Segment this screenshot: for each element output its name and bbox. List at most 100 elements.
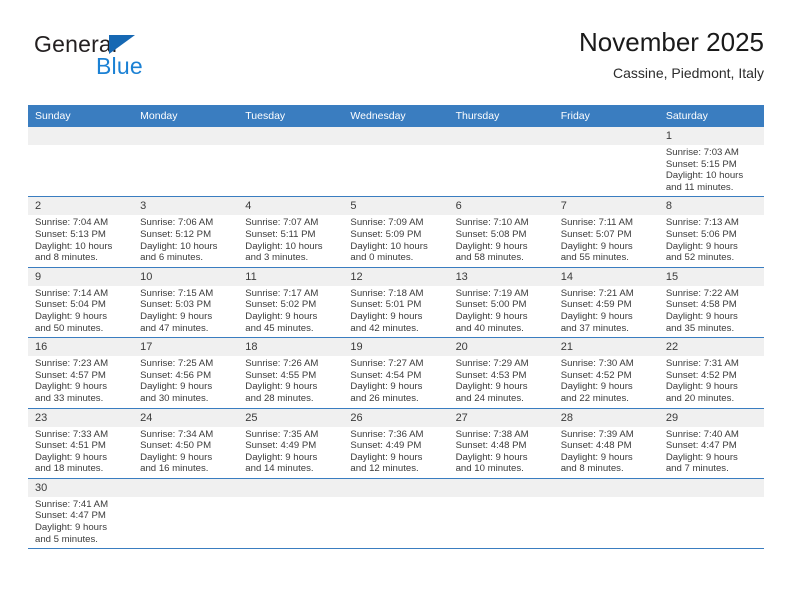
calendar-day-cell[interactable]: 16 Sunrise: 7:23 AM Sunset: 4:57 PM Dayligh… xyxy=(28,337,134,409)
day-cell-content: 15 Sunrise: 7:22 AM Sunset: 4:58 PM Dayligh… xyxy=(658,267,764,337)
calendar-day-cell[interactable]: 24 Sunrise: 7:34 AM Sunset: 4:50 PM Dayligh… xyxy=(133,408,239,479)
day-details: Sunrise: 7:33 AM Sunset: 4:51 PM Daylight:… xyxy=(28,427,133,478)
calendar-day-cell[interactable]: 26 Sunrise: 7:36 AM Sunset: 4:49 PM Dayligh… xyxy=(343,408,449,479)
calendar-day-cell-empty xyxy=(133,478,239,550)
calendar-day-cell-empty xyxy=(553,478,659,550)
calendar-day-cell[interactable]: 4 Sunrise: 7:07 AM Sunset: 5:11 PM Daylight… xyxy=(238,196,344,268)
daylight-text-line2: and 45 minutes. xyxy=(245,322,314,334)
daylight-text-line1: Daylight: 9 hours xyxy=(560,310,633,322)
sunrise-text: Sunrise: 7:23 AM xyxy=(35,358,109,370)
sunrise-text: Sunrise: 7:40 AM xyxy=(665,428,739,440)
sunrise-text: Sunrise: 7:34 AM xyxy=(140,428,214,440)
calendar-week-row: 9 Sunrise: 7:14 AM Sunset: 5:04 PM Daylight… xyxy=(28,267,764,339)
calendar-day-cell[interactable]: 7 Sunrise: 7:11 AM Sunset: 5:07 PM Daylight… xyxy=(553,196,659,268)
daylight-text-line1: Daylight: 9 hours xyxy=(350,310,423,322)
day-cell-content xyxy=(553,127,659,196)
day-details: Sunrise: 7:35 AM Sunset: 4:49 PM Daylight:… xyxy=(238,427,343,478)
day-number: 7 xyxy=(553,197,659,216)
calendar-day-cell[interactable]: 14 Sunrise: 7:21 AM Sunset: 4:59 PM Dayligh… xyxy=(553,267,659,339)
day-number xyxy=(343,127,449,145)
sunset-text: Sunset: 4:47 PM xyxy=(665,440,737,452)
day-cell-content: 13 Sunrise: 7:19 AM Sunset: 5:00 PM Dayligh… xyxy=(448,267,554,337)
calendar-grid: Sunday Monday Tuesday Wednesday Thursday… xyxy=(28,105,764,550)
sunset-text: Sunset: 4:48 PM xyxy=(455,440,527,452)
sunset-text: Sunset: 5:06 PM xyxy=(665,228,737,240)
calendar-day-cell-empty xyxy=(448,127,554,198)
day-details xyxy=(554,497,659,502)
sunset-text: Sunset: 5:03 PM xyxy=(140,299,212,311)
day-number: 17 xyxy=(133,338,239,357)
daylight-text-line2: and 42 minutes. xyxy=(350,322,419,334)
day-cell-content: 23 Sunrise: 7:33 AM Sunset: 4:51 PM Dayligh… xyxy=(28,408,134,478)
brand-logo[interactable]: General Blue xyxy=(34,31,254,93)
day-cell-content xyxy=(343,478,449,548)
calendar-day-cell-empty xyxy=(133,127,239,198)
day-details: Sunrise: 7:26 AM Sunset: 4:55 PM Daylight:… xyxy=(238,356,343,407)
sunset-text: Sunset: 4:53 PM xyxy=(455,369,527,381)
calendar-day-cell[interactable]: 23 Sunrise: 7:33 AM Sunset: 4:51 PM Dayligh… xyxy=(28,408,134,479)
sunset-text: Sunset: 4:55 PM xyxy=(245,369,317,381)
sunset-text: Sunset: 4:50 PM xyxy=(140,440,212,452)
calendar-day-cell[interactable]: 27 Sunrise: 7:38 AM Sunset: 4:48 PM Dayligh… xyxy=(448,408,554,479)
calendar-day-cell[interactable]: 11 Sunrise: 7:17 AM Sunset: 5:02 PM Dayligh… xyxy=(238,267,344,339)
calendar-day-cell[interactable]: 21 Sunrise: 7:30 AM Sunset: 4:52 PM Dayligh… xyxy=(553,337,659,409)
day-number xyxy=(448,478,554,497)
calendar-day-cell[interactable]: 18 Sunrise: 7:26 AM Sunset: 4:55 PM Dayligh… xyxy=(238,337,344,409)
sunset-text: Sunset: 4:49 PM xyxy=(350,440,422,452)
day-details: Sunrise: 7:07 AM Sunset: 5:11 PM Daylight:… xyxy=(238,215,343,266)
calendar-day-cell[interactable]: 29 Sunrise: 7:40 AM Sunset: 4:47 PM Dayligh… xyxy=(658,408,764,479)
day-number: 11 xyxy=(238,267,344,286)
calendar-day-cell[interactable]: 8 Sunrise: 7:13 AM Sunset: 5:06 PM Daylight… xyxy=(658,196,764,268)
day-number: 4 xyxy=(238,197,344,216)
sunrise-text: Sunrise: 7:04 AM xyxy=(35,217,109,229)
daylight-text-line2: and 6 minutes. xyxy=(140,252,204,264)
calendar-day-cell[interactable]: 3 Sunrise: 7:06 AM Sunset: 5:12 PM Daylight… xyxy=(133,196,239,268)
calendar-day-cell[interactable]: 20 Sunrise: 7:29 AM Sunset: 4:53 PM Dayligh… xyxy=(448,337,554,409)
sunrise-text: Sunrise: 7:17 AM xyxy=(245,287,319,299)
day-number: 12 xyxy=(343,267,449,286)
sunrise-text: Sunrise: 7:13 AM xyxy=(665,217,739,229)
calendar-day-cell[interactable]: 30 Sunrise: 7:41 AM Sunset: 4:47 PM Dayligh… xyxy=(28,478,134,550)
calendar-day-cell[interactable]: 17 Sunrise: 7:25 AM Sunset: 4:56 PM Dayligh… xyxy=(133,337,239,409)
calendar-day-cell[interactable]: 12 Sunrise: 7:18 AM Sunset: 5:01 PM Dayligh… xyxy=(343,267,449,339)
weekday-header-saturday: Saturday xyxy=(658,105,764,127)
calendar-day-cell[interactable]: 6 Sunrise: 7:10 AM Sunset: 5:08 PM Daylight… xyxy=(448,196,554,268)
day-number: 18 xyxy=(238,338,344,357)
calendar-day-cell[interactable]: 25 Sunrise: 7:35 AM Sunset: 4:49 PM Dayligh… xyxy=(238,408,344,479)
calendar-day-cell[interactable]: 9 Sunrise: 7:14 AM Sunset: 5:04 PM Daylight… xyxy=(28,267,134,339)
day-details xyxy=(343,497,448,502)
daylight-text-line2: and 8 minutes. xyxy=(35,252,98,264)
page-subtitle: Cassine, Piedmont, Italy xyxy=(613,65,764,81)
day-details xyxy=(133,145,238,150)
day-number: 20 xyxy=(448,338,554,357)
day-details: Sunrise: 7:38 AM Sunset: 4:48 PM Daylight:… xyxy=(449,427,554,478)
sunrise-text: Sunrise: 7:15 AM xyxy=(140,287,214,299)
day-details: Sunrise: 7:17 AM Sunset: 5:02 PM Daylight:… xyxy=(238,286,343,337)
sunset-text: Sunset: 4:51 PM xyxy=(35,440,106,452)
day-cell-content: 12 Sunrise: 7:18 AM Sunset: 5:01 PM Dayligh… xyxy=(343,267,449,337)
day-cell-content: 27 Sunrise: 7:38 AM Sunset: 4:48 PM Dayligh… xyxy=(448,408,554,478)
calendar-day-cell[interactable]: 13 Sunrise: 7:19 AM Sunset: 5:00 PM Dayligh… xyxy=(448,267,554,339)
day-details: Sunrise: 7:03 AM Sunset: 5:15 PM Daylight:… xyxy=(659,145,764,196)
calendar-day-cell[interactable]: 1 Sunrise: 7:03 AM Sunset: 5:15 PM Daylight… xyxy=(658,127,764,198)
daylight-text-line2: and 55 minutes. xyxy=(560,252,629,264)
weekday-header-wednesday: Wednesday xyxy=(343,105,449,127)
sunrise-text: Sunrise: 7:27 AM xyxy=(350,358,424,370)
day-number: 27 xyxy=(448,408,554,427)
calendar-day-cell[interactable]: 5 Sunrise: 7:09 AM Sunset: 5:09 PM Daylight… xyxy=(343,196,449,268)
day-details xyxy=(343,145,448,150)
calendar-week-row: 23 Sunrise: 7:33 AM Sunset: 4:51 PM Dayligh… xyxy=(28,408,764,479)
calendar-day-cell[interactable]: 19 Sunrise: 7:27 AM Sunset: 4:54 PM Dayligh… xyxy=(343,337,449,409)
day-number: 8 xyxy=(658,197,764,216)
day-details: Sunrise: 7:06 AM Sunset: 5:12 PM Daylight:… xyxy=(133,215,238,266)
day-cell-content xyxy=(133,478,239,548)
calendar-day-cell[interactable]: 2 Sunrise: 7:04 AM Sunset: 5:13 PM Daylight… xyxy=(28,196,134,268)
sunset-text: Sunset: 4:49 PM xyxy=(245,440,317,452)
calendar-day-cell[interactable]: 10 Sunrise: 7:15 AM Sunset: 5:03 PM Dayligh… xyxy=(133,267,239,339)
calendar-day-cell[interactable]: 15 Sunrise: 7:22 AM Sunset: 4:58 PM Dayligh… xyxy=(658,267,764,339)
calendar-day-cell[interactable]: 28 Sunrise: 7:39 AM Sunset: 4:48 PM Dayligh… xyxy=(553,408,659,479)
calendar-body: 1 Sunrise: 7:03 AM Sunset: 5:15 PM Daylight… xyxy=(28,127,764,550)
calendar-day-cell[interactable]: 22 Sunrise: 7:31 AM Sunset: 4:52 PM Dayligh… xyxy=(658,337,764,409)
sunrise-text: Sunrise: 7:31 AM xyxy=(665,358,739,370)
day-cell-content: 5 Sunrise: 7:09 AM Sunset: 5:09 PM Daylight… xyxy=(343,197,449,266)
